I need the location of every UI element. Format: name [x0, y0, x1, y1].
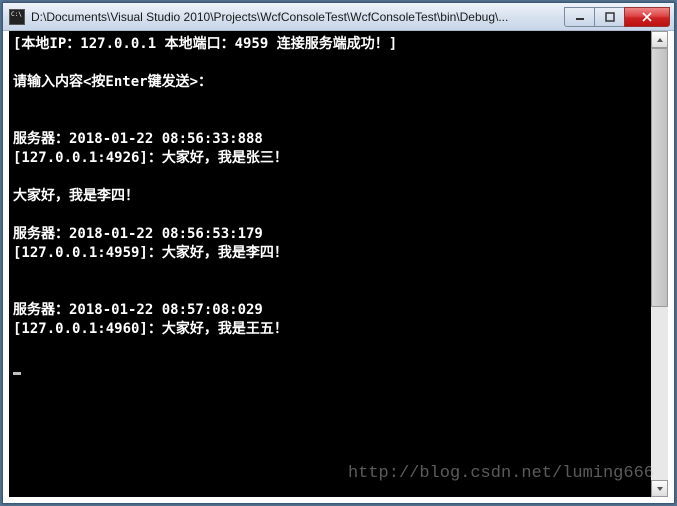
chevron-up-icon	[656, 37, 664, 43]
vertical-scrollbar[interactable]	[651, 31, 668, 497]
window-title: D:\Documents\Visual Studio 2010\Projects…	[31, 10, 564, 24]
console-output: [本地IP：127.0.0.1 本地端口：4959 连接服务端成功！] 请输入内…	[13, 35, 664, 377]
client-message: [127.0.0.1:4926]：大家好，我是张三！	[13, 150, 288, 166]
server-timestamp: 服务器：2018-01-22 08:56:33:888	[13, 131, 263, 147]
watermark-text: http://blog.csdn.net/luming666	[348, 464, 654, 483]
scroll-up-button[interactable]	[651, 31, 668, 48]
client-message: [127.0.0.1:4960]：大家好，我是王五！	[13, 321, 288, 337]
user-input-echo: 大家好，我是李四！	[13, 188, 139, 204]
maximize-icon	[605, 12, 615, 22]
scroll-down-button[interactable]	[651, 480, 668, 497]
maximize-button[interactable]	[594, 7, 624, 27]
minimize-icon	[575, 12, 585, 22]
titlebar[interactable]: D:\Documents\Visual Studio 2010\Projects…	[3, 3, 674, 31]
close-button[interactable]	[624, 7, 670, 27]
console-window: D:\Documents\Visual Studio 2010\Projects…	[2, 2, 675, 504]
console-area[interactable]: [本地IP：127.0.0.1 本地端口：4959 连接服务端成功！] 请输入内…	[9, 31, 668, 497]
scroll-track[interactable]	[651, 48, 668, 480]
close-icon	[641, 12, 653, 22]
chevron-down-icon	[656, 486, 664, 492]
text-cursor	[13, 372, 21, 375]
scroll-thumb[interactable]	[651, 48, 668, 307]
window-controls	[564, 7, 670, 27]
server-timestamp: 服务器：2018-01-22 08:57:08:029	[13, 302, 263, 318]
server-timestamp: 服务器：2018-01-22 08:56:53:179	[13, 226, 263, 242]
app-icon	[9, 9, 25, 25]
client-message: [127.0.0.1:4959]：大家好，我是李四！	[13, 245, 288, 261]
input-prompt: 请输入内容<按Enter键发送>：	[13, 74, 212, 90]
header-line: [本地IP：127.0.0.1 本地端口：4959 连接服务端成功！]	[13, 36, 397, 52]
minimize-button[interactable]	[564, 7, 594, 27]
